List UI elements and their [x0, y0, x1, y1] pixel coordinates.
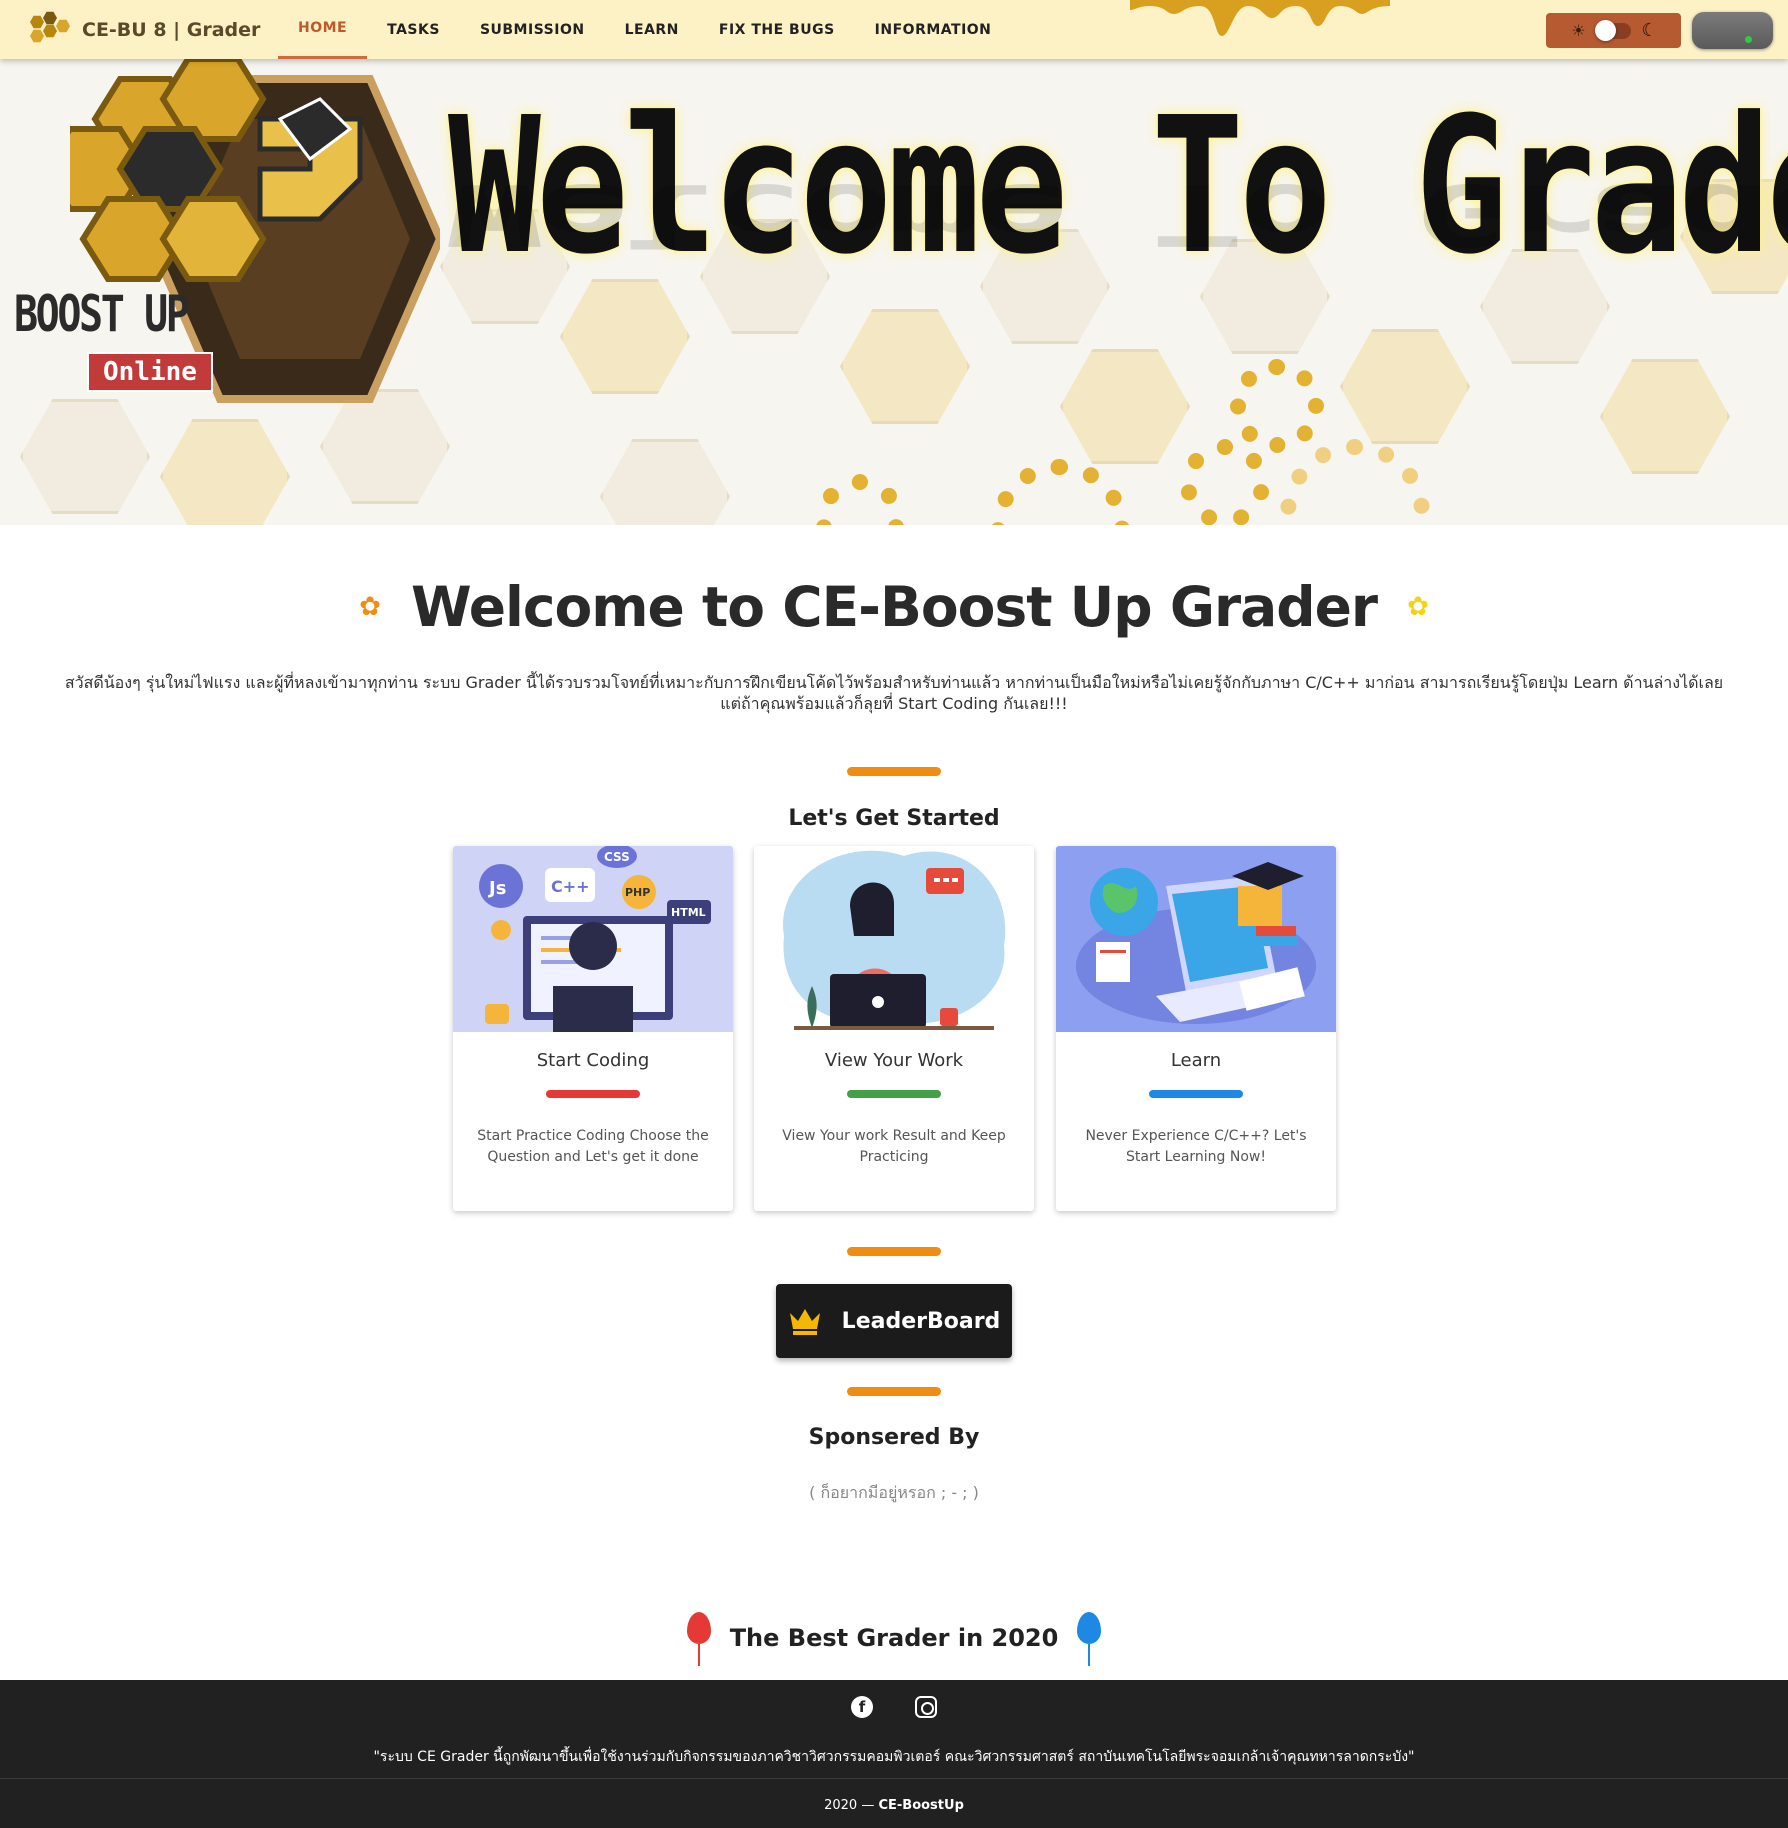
svg-text:Js: Js	[487, 878, 506, 899]
svg-text:CSS: CSS	[604, 850, 630, 864]
coding-illustration: Js C++ CSS PHP HTML	[453, 846, 733, 1032]
bee-icon: ✿	[359, 592, 381, 622]
view-your-work-card[interactable]: View Your Work View Your work Result and…	[754, 846, 1034, 1211]
footer: f "ระบบ CE Grader นี้ถูกพัฒนาขึ้นเพื่อใช…	[0, 1680, 1788, 1828]
switch-knob	[1595, 19, 1617, 41]
nav-fix-the-bugs[interactable]: FIX THE BUGS	[699, 0, 855, 59]
start-coding-card[interactable]: Js C++ CSS PHP HTML Start Coding Start P…	[453, 846, 733, 1211]
crown-icon	[789, 1309, 820, 1335]
main-nav: HOME TASKS SUBMISSION LEARN FIX THE BUGS…	[278, 0, 1011, 59]
social-links: f	[0, 1696, 1788, 1718]
gear-icon	[1280, 439, 1430, 525]
card-accent-bar	[847, 1090, 941, 1098]
learn-card[interactable]: Learn Never Experience C/C++? Let's Star…	[1056, 846, 1336, 1211]
card-title: Learn	[1170, 1050, 1222, 1071]
top-navbar: CE-BU 8 | Grader HOME TASKS SUBMISSION L…	[0, 0, 1788, 59]
card-accent-bar	[546, 1090, 640, 1098]
footer-divider	[0, 1778, 1788, 1779]
card-title: View Your Work	[824, 1050, 964, 1071]
gear-icon	[1230, 359, 1324, 453]
section-divider	[847, 767, 941, 776]
status-indicator[interactable]	[1692, 12, 1773, 49]
best-grader-row: The Best Grader in 2020	[0, 1610, 1788, 1666]
nav-submission[interactable]: SUBMISSION	[460, 0, 605, 59]
svg-text:PHP: PHP	[625, 886, 650, 899]
laptop-woman-illustration	[754, 846, 1034, 1032]
theme-toggle[interactable]: ☀ ☾	[1546, 13, 1681, 48]
gear-icon	[1180, 439, 1270, 525]
gear-icon	[815, 474, 905, 525]
card-accent-bar	[1149, 1090, 1243, 1098]
welcome-title: Welcome to CE-Boost Up Grader	[410, 575, 1378, 639]
section-divider	[847, 1387, 941, 1396]
hero-banner: BOOST UP Online Welcome To Grader Welcom…	[0, 59, 1788, 525]
banner-title-reflection: Welcome To Grader	[448, 164, 1788, 264]
card-description: Start Practice Coding Choose the Questio…	[477, 1128, 709, 1165]
copyright-org[interactable]: CE-BoostUp	[878, 1798, 963, 1813]
best-grader-title: The Best Grader in 2020	[729, 1624, 1059, 1652]
instagram-icon[interactable]	[915, 1696, 937, 1718]
sponsored-subtitle: ( ก็อยากมีอยู่หรอก ; - ; )	[809, 1483, 979, 1502]
svg-text:HTML: HTML	[671, 906, 706, 919]
gear-icon	[990, 459, 1130, 525]
moon-icon: ☾	[1641, 19, 1658, 41]
nav-learn[interactable]: LEARN	[605, 0, 699, 59]
section-divider	[847, 1247, 941, 1256]
copyright-year: 2020 —	[824, 1798, 879, 1813]
svg-text:C++: C++	[551, 877, 590, 896]
sun-icon: ☀	[1571, 20, 1586, 40]
bee-icon: ✿	[1407, 592, 1429, 622]
card-description: Never Experience C/C++? Let's Start Lear…	[1085, 1128, 1307, 1165]
leaderboard-label: LeaderBoard	[841, 1308, 1001, 1334]
nav-information[interactable]: INFORMATION	[855, 0, 1012, 59]
nav-tasks[interactable]: TASKS	[367, 0, 460, 59]
facebook-icon[interactable]: f	[851, 1696, 873, 1718]
online-badge: Online	[87, 352, 213, 392]
card-description: View Your work Result and Keep Practicin…	[782, 1128, 1006, 1165]
get-started-title: Let's Get Started	[788, 806, 1000, 831]
bee-hive-logo-icon	[28, 11, 76, 49]
sponsored-title: Sponsered By	[808, 1425, 980, 1450]
red-balloon-icon	[686, 1610, 712, 1666]
card-title: Start Coding	[536, 1050, 650, 1071]
footer-note: "ระบบ CE Grader นี้ถูกพัฒนาขึ้นเพื่อใช้ง…	[373, 1749, 1415, 1765]
nav-home[interactable]: HOME	[278, 0, 368, 59]
brand-title: CE-BU 8 | Grader	[82, 19, 261, 41]
copyright: 2020 — CE-BoostUp	[0, 1798, 1788, 1813]
brand[interactable]: CE-BU 8 | Grader	[28, 10, 260, 50]
boost-up-logo-text: BOOST UP	[14, 285, 190, 343]
intro-text: สวัสดีน้องๆ รุ่นใหม่ไฟแรง และผู้ที่หลงเข…	[64, 673, 1724, 713]
online-dot-icon	[1745, 36, 1752, 43]
online-learning-illustration	[1056, 846, 1336, 1032]
theme-switch[interactable]	[1595, 19, 1632, 41]
blue-balloon-icon	[1076, 1610, 1102, 1666]
honey-drip-decoration	[1130, 0, 1390, 36]
welcome-heading-row: ✿ Welcome to CE-Boost Up Grader ✿	[0, 572, 1788, 642]
leaderboard-button[interactable]: LeaderBoard	[776, 1284, 1012, 1358]
